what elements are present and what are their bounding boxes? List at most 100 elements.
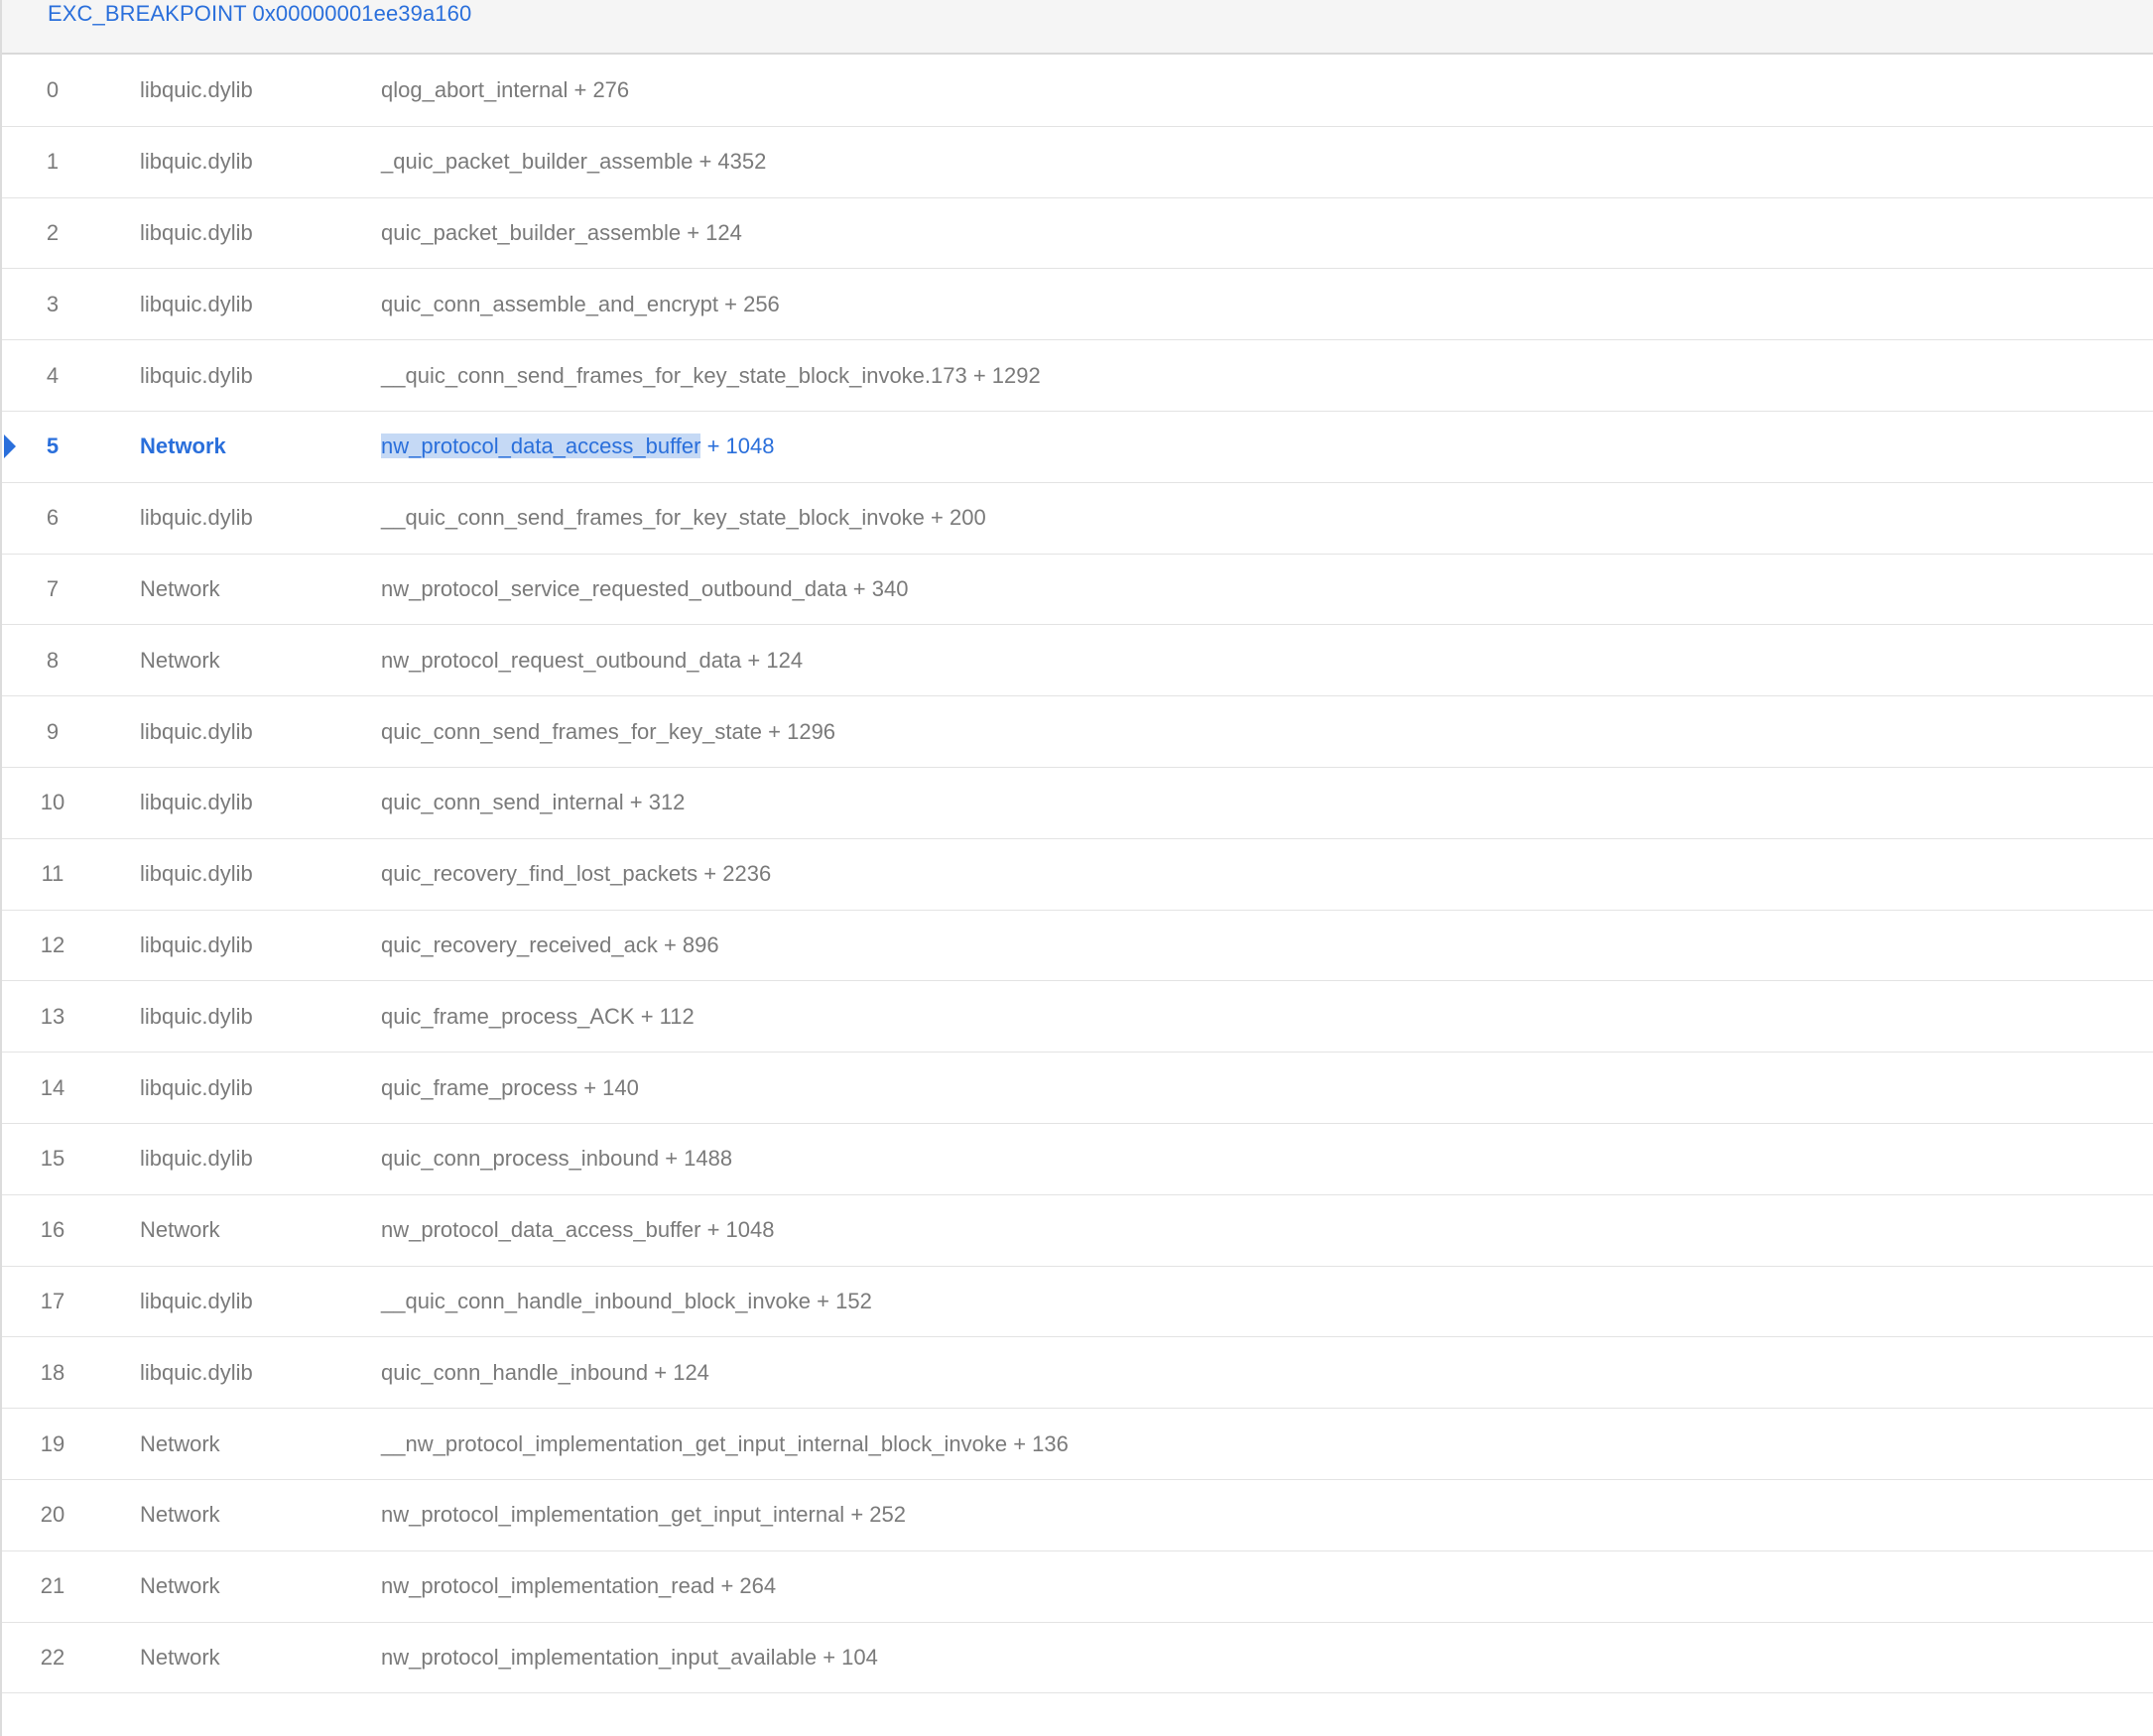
frame-function-name: quic_frame_process_ACK xyxy=(381,1003,635,1029)
stack-frame-row[interactable]: 21 Network nw_protocol_implementation_re… xyxy=(2,1551,2153,1623)
stack-frame-row[interactable]: 13 libquic.dylib quic_frame_process_ACK … xyxy=(2,981,2153,1054)
frame-offset: + 2236 xyxy=(697,861,772,887)
frame-library: libquic.dylib xyxy=(140,861,253,887)
frame-index: 2 xyxy=(46,219,60,245)
frame-offset: + 1296 xyxy=(762,718,836,744)
stack-frame-row[interactable]: 16 Network nw_protocol_data_access_buffe… xyxy=(2,1195,2153,1267)
frame-index: 1 xyxy=(46,149,60,175)
stack-frame-row[interactable]: 3 libquic.dylib quic_conn_assemble_and_e… xyxy=(2,269,2153,341)
frame-symbol: quic_conn_process_inbound + 1488 xyxy=(381,1146,732,1172)
stack-frame-row[interactable]: 19 Network __nw_protocol_implementation_… xyxy=(2,1409,2153,1480)
stack-frame-row-selected[interactable]: 5 Network nw_protocol_data_access_buffer… xyxy=(2,412,2153,483)
frame-symbol: quic_frame_process_ACK + 112 xyxy=(381,1004,695,1030)
frame-index: 7 xyxy=(46,575,60,601)
frame-offset: + 124 xyxy=(648,1359,709,1385)
stack-frame-row[interactable]: 20 Network nw_protocol_implementation_ge… xyxy=(2,1480,2153,1551)
frame-offset: + 276 xyxy=(568,77,630,103)
frame-symbol: quic_frame_process + 140 xyxy=(381,1075,639,1101)
stack-frame-row[interactable]: 12 libquic.dylib quic_recovery_received_… xyxy=(2,911,2153,982)
frame-symbol: _quic_packet_builder_assemble + 4352 xyxy=(381,149,766,175)
frame-index: 6 xyxy=(46,505,60,531)
frame-library: libquic.dylib xyxy=(140,718,253,744)
frame-index: 11 xyxy=(41,861,64,887)
stack-trace-panel: EXC_BREAKPOINT 0x00000001ee39a160 0 libq… xyxy=(0,0,2153,1736)
frame-function-name: quic_recovery_received_ack xyxy=(381,931,658,957)
frame-offset: + 152 xyxy=(811,1288,872,1313)
stack-frame-row[interactable]: 10 libquic.dylib quic_conn_send_internal… xyxy=(2,768,2153,839)
frame-function-name: nw_protocol_implementation_input_availab… xyxy=(381,1644,818,1670)
stack-frame-row[interactable]: 2 libquic.dylib quic_packet_builder_asse… xyxy=(2,198,2153,270)
exception-title: EXC_BREAKPOINT 0x00000001ee39a160 xyxy=(48,1,472,26)
frame-symbol: __nw_protocol_implementation_get_input_i… xyxy=(381,1431,1069,1457)
frame-offset: + 252 xyxy=(844,1502,906,1528)
frame-function-name: nw_protocol_request_outbound_data xyxy=(381,647,742,673)
frame-index: 21 xyxy=(40,1573,65,1599)
stack-frame-row[interactable]: 17 libquic.dylib __quic_conn_handle_inbo… xyxy=(2,1267,2153,1338)
stack-frame-row[interactable]: 8 Network nw_protocol_request_outbound_d… xyxy=(2,625,2153,697)
frame-symbol: nw_protocol_implementation_get_input_int… xyxy=(381,1502,906,1528)
frame-function-name: __quic_conn_send_frames_for_key_state_bl… xyxy=(381,505,925,531)
frame-symbol: quic_conn_assemble_and_encrypt + 256 xyxy=(381,292,780,317)
frame-function-name: quic_packet_builder_assemble xyxy=(381,219,682,245)
frame-index: 17 xyxy=(40,1288,65,1313)
frame-offset: + 264 xyxy=(714,1573,777,1599)
frame-index: 5 xyxy=(46,434,60,459)
frame-offset: + 4352 xyxy=(693,149,767,175)
frame-function-name: quic_recovery_find_lost_packets xyxy=(381,861,698,887)
frame-symbol: nw_protocol_data_access_buffer + 1048 xyxy=(381,434,775,459)
frame-symbol: quic_conn_send_frames_for_key_state + 12… xyxy=(381,719,835,745)
frame-index: 10 xyxy=(40,790,65,815)
exception-header: EXC_BREAKPOINT 0x00000001ee39a160 xyxy=(2,0,2153,55)
frame-library: libquic.dylib xyxy=(140,219,253,245)
frame-library: libquic.dylib xyxy=(140,505,253,531)
stack-frame-row[interactable]: 7 Network nw_protocol_service_requested_… xyxy=(2,555,2153,626)
stack-frame-row[interactable]: 6 libquic.dylib __quic_conn_send_frames_… xyxy=(2,483,2153,555)
frame-library: Network xyxy=(140,1573,220,1599)
frame-symbol: quic_conn_handle_inbound + 124 xyxy=(381,1360,709,1386)
frame-symbol: quic_conn_send_internal + 312 xyxy=(381,790,685,815)
frame-index: 20 xyxy=(40,1502,65,1528)
frame-index: 15 xyxy=(40,1146,65,1172)
frame-function-name: nw_protocol_data_access_buffer xyxy=(381,1217,701,1243)
stack-frame-row[interactable]: 22 Network nw_protocol_implementation_in… xyxy=(2,1623,2153,1694)
frame-offset: + 104 xyxy=(817,1644,878,1670)
frame-offset: + 124 xyxy=(741,647,804,673)
stack-frame-row[interactable]: 4 libquic.dylib __quic_conn_send_frames_… xyxy=(2,340,2153,412)
stack-frame-row[interactable]: 14 libquic.dylib quic_frame_process + 14… xyxy=(2,1053,2153,1124)
frame-symbol: nw_protocol_service_requested_outbound_d… xyxy=(381,576,908,602)
frame-index: 12 xyxy=(40,931,65,957)
frame-function-name: quic_conn_send_internal xyxy=(381,790,624,815)
stack-frame-row[interactable]: 18 libquic.dylib quic_conn_handle_inboun… xyxy=(2,1337,2153,1410)
frame-offset: + 256 xyxy=(718,291,780,316)
frame-symbol: quic_packet_builder_assemble + 124 xyxy=(381,220,742,246)
frame-offset: + 112 xyxy=(634,1003,695,1029)
stack-frame-row[interactable]: 1 libquic.dylib _quic_packet_builder_ass… xyxy=(2,127,2153,198)
stack-frame-row[interactable]: 15 libquic.dylib quic_conn_process_inbou… xyxy=(2,1124,2153,1195)
frame-library: libquic.dylib xyxy=(140,1288,253,1313)
frame-function-name: __nw_protocol_implementation_get_input_i… xyxy=(381,1430,1008,1456)
frame-function-name: nw_protocol_implementation_read xyxy=(381,1573,715,1599)
frame-library: libquic.dylib xyxy=(140,1074,253,1100)
frame-offset: + 1292 xyxy=(966,362,1041,388)
frame-function-name: nw_protocol_data_access_buffer xyxy=(381,434,701,459)
stack-frame-row[interactable]: 9 libquic.dylib quic_conn_send_frames_fo… xyxy=(2,696,2153,768)
frame-symbol: nw_protocol_implementation_input_availab… xyxy=(381,1645,878,1671)
frame-offset: + 200 xyxy=(924,505,986,531)
frame-offset: + 124 xyxy=(681,219,742,245)
frame-symbol: __quic_conn_handle_inbound_block_invoke … xyxy=(381,1289,872,1314)
frame-library: libquic.dylib xyxy=(140,77,253,103)
frame-index: 9 xyxy=(46,718,60,744)
stack-frame-row[interactable]: 0 libquic.dylib qlog_abort_internal + 27… xyxy=(2,56,2153,127)
frame-offset: + 1048 xyxy=(700,434,775,459)
frame-offset: + 1488 xyxy=(659,1146,733,1172)
stack-frame-row[interactable]: 11 libquic.dylib quic_recovery_find_lost… xyxy=(2,839,2153,911)
frame-index: 14 xyxy=(40,1074,65,1100)
frame-symbol: __quic_conn_send_frames_for_key_state_bl… xyxy=(381,363,1041,389)
frame-library: libquic.dylib xyxy=(140,1359,253,1385)
frame-library: libquic.dylib xyxy=(140,291,253,316)
frame-index: 0 xyxy=(46,77,60,103)
frame-symbol: nw_protocol_implementation_read + 264 xyxy=(381,1573,776,1599)
frame-index: 22 xyxy=(40,1644,65,1670)
frame-library: libquic.dylib xyxy=(140,149,253,175)
frame-symbol: nw_protocol_data_access_buffer + 1048 xyxy=(381,1217,775,1243)
